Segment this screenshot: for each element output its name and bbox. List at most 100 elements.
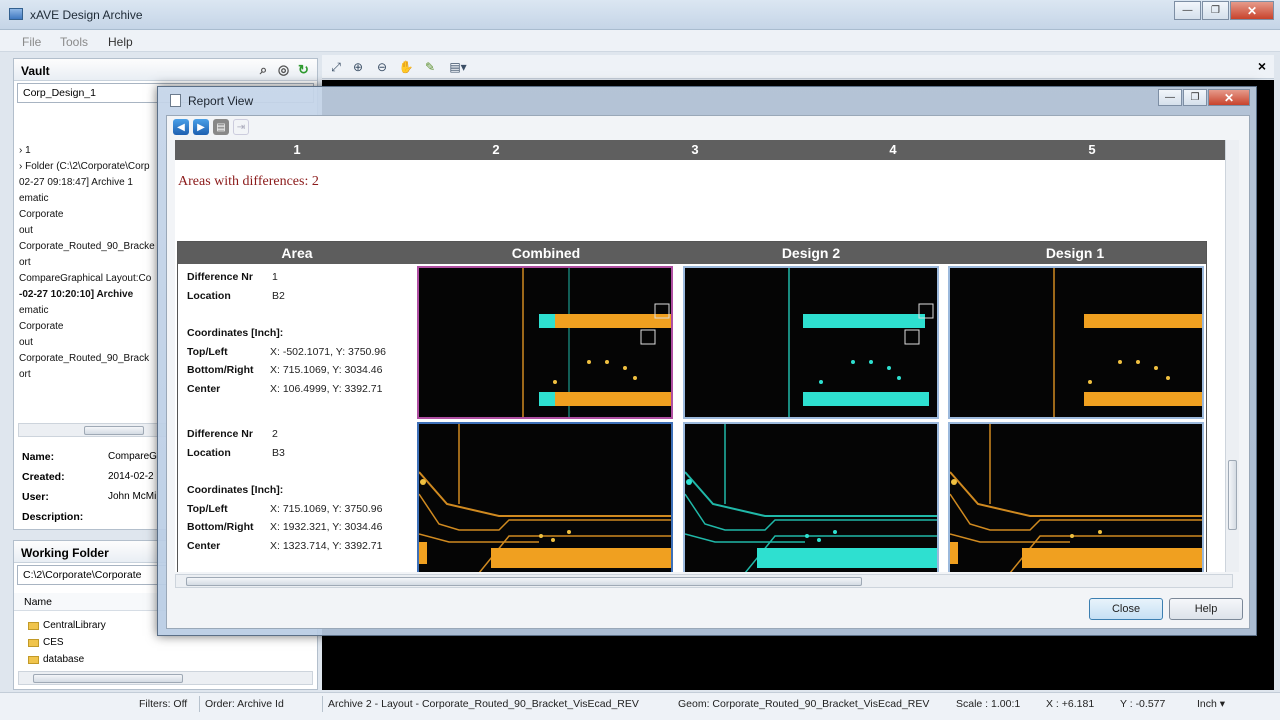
dialog-content: ◀ ▶ ▤ ⇥ 1 2 3 4 5 Areas with differences… xyxy=(166,115,1250,629)
user-label: User: xyxy=(22,491,49,503)
center-label: Center xyxy=(187,540,221,552)
report-vscrollbar[interactable] xyxy=(1225,140,1239,572)
dialog-close-button[interactable]: ✕ xyxy=(1208,89,1250,106)
tree-item[interactable]: › Folder (C:\2\Corporate\Corp xyxy=(19,161,150,172)
status-bar: Filters: Off Order: Archive Id Archive 2… xyxy=(0,692,1280,720)
dialog-maximize-button[interactable]: ❐ xyxy=(1183,89,1207,106)
combined-image[interactable] xyxy=(417,266,673,419)
tree-item[interactable]: ematic xyxy=(19,305,48,316)
difference-value: 1 xyxy=(272,271,278,283)
design-2-image[interactable] xyxy=(683,266,939,419)
tree-item[interactable]: CompareGraphical Layout:Co xyxy=(19,273,151,284)
tree-item[interactable]: Corporate xyxy=(19,321,63,332)
bottom-right-label: Bottom/Right xyxy=(187,521,254,533)
design-1-image[interactable] xyxy=(948,422,1204,572)
unit-select[interactable]: Inch ▾ xyxy=(1197,698,1225,710)
tree-item[interactable]: › 1 xyxy=(19,145,31,156)
viewer-toolbar: ⤢ ⊕ ⊖ ✋ ✎ ▤▾ × xyxy=(322,55,1274,79)
ruler-mark: 4 xyxy=(889,142,897,157)
folder-item[interactable]: database xyxy=(28,654,84,665)
top-left-label: Top/Left xyxy=(187,346,228,358)
minimize-button[interactable]: — xyxy=(1174,1,1201,20)
bottom-right-value: X: 715.1069, Y: 3034.46 xyxy=(270,364,383,376)
app-icon xyxy=(9,8,23,20)
report-hscrollbar[interactable] xyxy=(175,574,1233,588)
menu-tools[interactable]: Tools xyxy=(60,35,88,49)
tree-item[interactable]: Corporate_Routed_90_Brack xyxy=(19,353,149,364)
vault-title: Vault xyxy=(21,64,50,78)
tree-item[interactable]: ort xyxy=(19,369,31,380)
dialog-title-bar: Report View — ❐ ✕ xyxy=(158,87,1256,115)
tree-item[interactable]: ort xyxy=(19,257,31,268)
report-hscroll-thumb[interactable] xyxy=(186,577,862,586)
vault-hscroll-thumb[interactable] xyxy=(84,426,144,435)
report-view-dialog: Report View — ❐ ✕ ◀ ▶ ▤ ⇥ 1 2 3 4 5 Area… xyxy=(157,86,1257,636)
status-divider xyxy=(322,696,323,712)
tree-item[interactable]: ematic xyxy=(19,193,48,204)
dialog-minimize-button[interactable]: — xyxy=(1158,89,1182,106)
status-geom: Geom: Corporate_Routed_90_Bracket_VisEca… xyxy=(678,698,930,710)
app-title: xAVE Design Archive xyxy=(30,8,143,22)
design-1-image[interactable] xyxy=(948,266,1204,419)
refresh-icon[interactable]: ↻ xyxy=(296,62,311,77)
next-icon[interactable]: ▶ xyxy=(193,119,209,135)
description-label: Description: xyxy=(22,511,84,523)
column-area: Area xyxy=(281,245,313,261)
search-icon[interactable]: ⌕ xyxy=(256,62,271,77)
center-label: Center xyxy=(187,383,221,395)
tree-item[interactable]: -02-27 10:20:10] Archive xyxy=(19,289,133,300)
tree-item[interactable]: Corporate_Routed_90_Bracke xyxy=(19,241,155,252)
top-left-value: X: -502.1071, Y: 3750.96 xyxy=(270,346,386,358)
differences-table: Area Combined Design 2 Design 1 Differen… xyxy=(177,241,1207,572)
pcb-combined-graphic xyxy=(522,268,671,417)
pan-icon[interactable]: ✋ xyxy=(398,59,414,75)
settings-icon[interactable]: ◎ xyxy=(276,62,291,77)
report-area: 1 2 3 4 5 Areas with differences: 2 Area… xyxy=(175,140,1233,572)
status-divider xyxy=(199,696,200,712)
folder-icon xyxy=(28,655,39,664)
folder-hscroll-thumb[interactable] xyxy=(33,674,183,683)
previous-icon[interactable]: ◀ xyxy=(173,119,189,135)
table-header: Area Combined Design 2 Design 1 xyxy=(178,242,1206,264)
report-icon[interactable]: ▤▾ xyxy=(449,59,466,75)
difference-value: 2 xyxy=(272,428,278,440)
design-2-image[interactable] xyxy=(683,422,939,572)
tree-item[interactable]: Corporate xyxy=(19,209,63,220)
location-value: B3 xyxy=(272,447,285,459)
bottom-right-value: X: 1932.321, Y: 3034.46 xyxy=(270,521,383,533)
location-label: Location xyxy=(187,290,231,302)
zoom-out-icon[interactable]: ⊖ xyxy=(374,59,390,75)
print-icon[interactable]: ▤ xyxy=(213,119,229,135)
tree-item[interactable]: 02-27 09:18:47] Archive 1 xyxy=(19,177,133,188)
close-dialog-button[interactable]: Close xyxy=(1089,598,1163,620)
zoom-fit-icon[interactable]: ⤢ xyxy=(328,59,344,75)
dialog-title: Report View xyxy=(188,94,254,108)
tree-item[interactable]: out xyxy=(19,225,33,236)
export-icon[interactable]: ⇥ xyxy=(233,119,249,135)
tree-item[interactable]: out xyxy=(19,337,33,348)
created-label: Created: xyxy=(22,471,65,483)
highlight-icon[interactable]: ✎ xyxy=(422,59,438,75)
folder-item[interactable]: CentralLibrary xyxy=(28,620,106,631)
coordinates-label: Coordinates [Inch]: xyxy=(187,327,284,339)
folder-item[interactable]: CES xyxy=(28,637,64,648)
menu-help[interactable]: Help xyxy=(108,35,133,49)
pcb-design-2-graphic xyxy=(788,268,934,417)
menu-file[interactable]: File xyxy=(22,35,41,49)
folder-hscrollbar[interactable] xyxy=(18,671,313,685)
report-vscroll-thumb[interactable] xyxy=(1228,460,1237,530)
close-button[interactable]: ✕ xyxy=(1230,1,1274,20)
maximize-button[interactable]: ❐ xyxy=(1202,1,1229,20)
status-scale: Scale : 1.00:1 xyxy=(956,698,1021,710)
ruler-mark: 5 xyxy=(1088,142,1096,157)
name-value: CompareG xyxy=(108,451,157,462)
areas-with-differences: Areas with differences: 2 xyxy=(178,174,319,189)
pcb-design-1-graphic xyxy=(950,424,1202,572)
name-column-header[interactable]: Name xyxy=(24,596,52,608)
viewer-close-icon[interactable]: × xyxy=(1258,58,1266,74)
zoom-in-icon[interactable]: ⊕ xyxy=(350,59,366,75)
help-button[interactable]: Help xyxy=(1169,598,1243,620)
difference-label: Difference Nr xyxy=(187,271,253,283)
status-x: X : +6.181 xyxy=(1046,698,1095,710)
combined-image[interactable] xyxy=(417,422,673,572)
